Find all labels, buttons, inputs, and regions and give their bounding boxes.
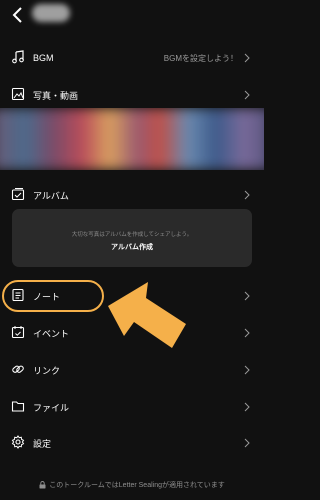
chevron-left-icon[interactable] — [8, 5, 28, 25]
chevron-right-icon — [244, 365, 250, 375]
menu-item-settings[interactable]: 設定 — [0, 428, 264, 458]
letter-sealing-notice: このトークルームではLetter Sealingが適用されています — [0, 478, 264, 492]
gear-icon — [11, 435, 25, 449]
photo-thumbnails[interactable] — [0, 108, 264, 170]
chevron-right-icon — [244, 291, 250, 301]
menu-item-label: ファイル — [33, 402, 70, 413]
chevron-right-icon — [244, 190, 250, 200]
photo-icon — [11, 87, 25, 101]
menu-item-label: リンク — [33, 365, 61, 376]
chevron-right-icon — [244, 438, 250, 448]
menu-item-label: 写真・動画 — [33, 90, 79, 101]
header-bar — [0, 0, 264, 30]
music-note-icon — [12, 50, 24, 64]
chevron-right-icon — [244, 53, 250, 63]
album-create-card: 大切な写真はアルバムを作成してシェアしよう。 アルバム作成 — [12, 209, 252, 267]
bgm-value: BGMを設定しよう！ — [163, 53, 238, 63]
menu-item-label: BGM — [33, 53, 54, 63]
blurred-photos — [0, 108, 264, 170]
menu-item-link[interactable]: リンク — [0, 355, 264, 385]
calendar-icon — [11, 326, 25, 339]
menu-item-album[interactable]: アルバム — [0, 180, 264, 210]
footer-text: このトークルームではLetter Sealingが適用されています — [49, 482, 225, 489]
menu-item-label: 設定 — [33, 438, 52, 449]
link-icon — [12, 365, 24, 373]
album-card-description: 大切な写真はアルバムを作成してシェアしよう。 — [71, 232, 193, 238]
chevron-right-icon — [244, 328, 250, 338]
highlight-ring — [2, 280, 104, 312]
menu-item-label: イベント — [33, 328, 70, 339]
menu-item-event[interactable]: イベント — [0, 318, 264, 348]
folder-icon — [11, 401, 25, 412]
blurred-room-name — [32, 4, 70, 22]
chevron-right-icon — [244, 90, 250, 100]
menu-item-file[interactable]: ファイル — [0, 392, 264, 422]
chevron-right-icon — [244, 402, 250, 412]
menu-item-label: アルバム — [33, 190, 69, 201]
create-album-button[interactable]: アルバム作成 — [12, 242, 252, 252]
lock-icon — [39, 481, 46, 489]
album-icon — [11, 188, 25, 201]
menu-item-photos[interactable]: 写真・動画 — [0, 80, 264, 110]
menu-item-bgm[interactable]: BGM BGMを設定しよう！ — [0, 43, 264, 73]
